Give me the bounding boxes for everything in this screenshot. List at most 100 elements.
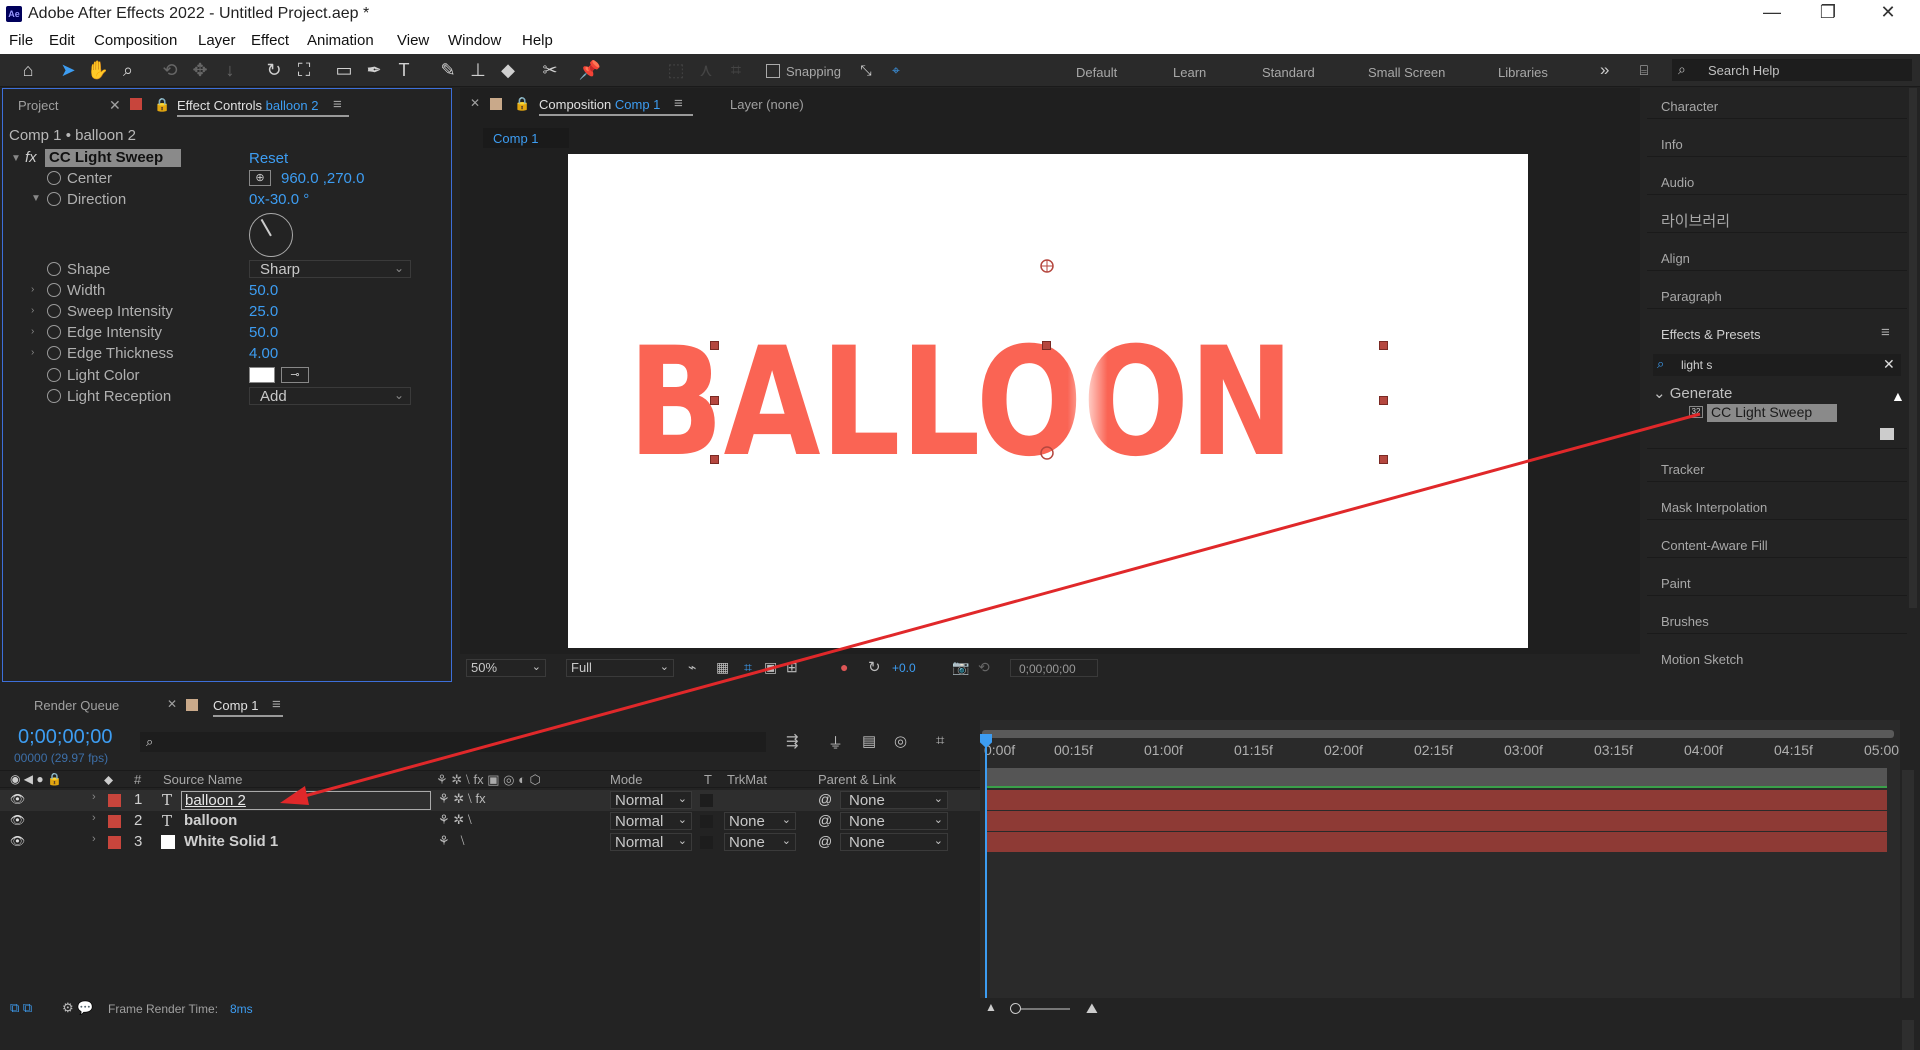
layer-row[interactable]: 👁 › 1 T balloon 2 ⚘ ✲ ⧵ fx Normal ⌄ @ Non… xyxy=(0,790,980,811)
menu-effect[interactable]: Effect xyxy=(251,32,289,49)
layer-row[interactable]: 👁 › 2 T balloon ⚘ ✲ ⧵ Normal ⌄ None ⌄ @ No… xyxy=(0,811,980,832)
local-axis-icon[interactable]: ⬚ xyxy=(664,59,688,81)
expand-arrow-icon[interactable]: › xyxy=(31,347,34,358)
col-source-name[interactable]: Source Name xyxy=(163,772,242,787)
preserve-transparency-checkbox[interactable] xyxy=(700,815,713,828)
panel-align[interactable]: Align xyxy=(1661,251,1690,266)
motion-blur-icon[interactable]: ◎ xyxy=(894,732,907,750)
eye-icon[interactable]: 👁 xyxy=(10,813,25,827)
frame-blending-icon[interactable]: ▤ xyxy=(862,732,876,750)
eye-icon[interactable]: 👁 xyxy=(10,834,25,848)
menu-file[interactable]: File xyxy=(9,32,33,49)
menu-window[interactable]: Window xyxy=(448,32,501,49)
lock-icon[interactable]: 🔒 xyxy=(154,97,170,113)
dolly-tool-icon[interactable]: ↓ xyxy=(218,59,242,81)
panel-brushes[interactable]: Brushes xyxy=(1661,614,1709,629)
layer-duration-bar[interactable] xyxy=(985,811,1887,831)
mode-dropdown[interactable]: Normal ⌄ xyxy=(610,833,692,851)
snap-edges-icon[interactable]: ⤡ xyxy=(854,59,878,81)
transparency-grid-icon[interactable]: ▦ xyxy=(716,659,729,676)
trkmat-dropdown[interactable]: None ⌄ xyxy=(724,812,796,830)
eye-icon[interactable]: 👁 xyxy=(10,792,25,806)
home-icon[interactable]: ⌂ xyxy=(16,59,40,81)
workspace-libraries[interactable]: Libraries xyxy=(1498,65,1548,80)
prop-value[interactable]: 50.0 xyxy=(249,282,278,299)
reset-link[interactable]: Reset xyxy=(249,150,288,167)
trkmat-dropdown[interactable]: None ⌄ xyxy=(724,833,796,851)
pick-whip-icon[interactable]: @ xyxy=(818,833,832,849)
panel-audio[interactable]: Audio xyxy=(1661,175,1694,190)
label-tag-icon[interactable]: ⬥ xyxy=(104,772,113,788)
close-render-tab-icon[interactable]: ✕ xyxy=(167,697,177,711)
transform-handle[interactable] xyxy=(1042,341,1051,350)
prop-value[interactable]: 4.00 xyxy=(249,345,278,362)
panel-menu-icon[interactable]: ≡ xyxy=(333,96,342,113)
graph-editor-icon[interactable]: ⌗ xyxy=(936,732,944,749)
draft-3d-icon[interactable]: ⏚ xyxy=(828,732,843,753)
expand-arrow-icon[interactable]: ▼ xyxy=(31,193,41,204)
panel-motion-sketch[interactable]: Motion Sketch xyxy=(1661,652,1743,667)
workspace-default[interactable]: Default xyxy=(1076,65,1117,80)
stopwatch-icon[interactable] xyxy=(47,325,61,339)
mask-visibility-icon[interactable]: ⌗ xyxy=(744,659,752,676)
crosshair-icon[interactable]: ⊕ xyxy=(249,170,271,186)
clone-stamp-icon[interactable]: ⊥ xyxy=(466,59,490,81)
new-folder-icon[interactable] xyxy=(1880,428,1894,440)
tab-render-queue[interactable]: Render Queue xyxy=(34,698,119,713)
layer-name[interactable]: White Solid 1 xyxy=(184,833,278,850)
mode-dropdown[interactable]: Normal ⌄ xyxy=(610,791,692,809)
prop-value[interactable]: 0x-30.0 ° xyxy=(249,191,309,208)
direction-dial[interactable] xyxy=(249,213,293,257)
panel-mask-interpolation[interactable]: Mask Interpolation xyxy=(1661,500,1767,515)
preserve-transparency-checkbox[interactable] xyxy=(700,794,713,807)
zoom-dropdown[interactable]: 50% ⌄ xyxy=(466,659,546,677)
layer-duration-bar[interactable] xyxy=(985,832,1887,852)
close-comp-tab-icon[interactable]: ✕ xyxy=(470,96,480,110)
right-panel-scrollbar[interactable] xyxy=(1909,88,1917,608)
menu-view[interactable]: View xyxy=(397,32,429,49)
stopwatch-icon[interactable] xyxy=(47,368,61,382)
prop-value[interactable]: 960.0 ,270.0 xyxy=(281,170,364,187)
close-button[interactable]: ✕ xyxy=(1868,2,1908,23)
region-of-interest-icon[interactable]: ▣ xyxy=(764,659,777,676)
pan-behind-icon[interactable]: ⛶ xyxy=(292,59,316,81)
category-generate[interactable]: ⌄ Generate xyxy=(1653,384,1732,402)
transform-handle[interactable] xyxy=(1379,396,1388,405)
layer-duration-bar[interactable] xyxy=(985,790,1887,810)
label-color-swatch[interactable] xyxy=(108,836,121,849)
channel-icon[interactable]: ● xyxy=(840,659,848,675)
transfer-controls-icon[interactable]: ⚙ 💬 xyxy=(62,1000,93,1016)
type-tool-icon[interactable]: T xyxy=(392,59,416,81)
workspace-menu-icon[interactable]: ⌸ xyxy=(1632,59,1656,81)
snap-features-icon[interactable]: ⌖ xyxy=(884,59,908,81)
zoom-tool-icon[interactable]: ⌕ xyxy=(116,59,140,81)
show-snapshot-icon[interactable]: ⟲ xyxy=(978,659,990,676)
panel-menu-icon[interactable]: ≡ xyxy=(674,95,683,112)
panel-tracker[interactable]: Tracker xyxy=(1661,462,1705,477)
search-help-field[interactable]: ⌕ Search Help xyxy=(1672,59,1912,81)
panel-character[interactable]: Character xyxy=(1661,99,1718,114)
prop-value[interactable]: 25.0 xyxy=(249,303,278,320)
expand-arrow-icon[interactable]: › xyxy=(31,305,34,316)
pick-whip-icon[interactable]: @ xyxy=(818,791,832,807)
panel-paint[interactable]: Paint xyxy=(1661,576,1691,591)
layer-search-field[interactable]: ⌕ xyxy=(140,732,766,752)
menu-help[interactable]: Help xyxy=(522,32,553,49)
preserve-transparency-checkbox[interactable] xyxy=(700,836,713,849)
tab-project[interactable]: Project xyxy=(18,98,58,113)
eyedropper-icon[interactable]: ⊸ xyxy=(281,367,309,383)
eraser-tool-icon[interactable]: ◆ xyxy=(496,59,520,81)
stopwatch-icon[interactable] xyxy=(47,171,61,185)
fast-preview-icon[interactable]: ⌁ xyxy=(688,659,696,676)
view-axis-icon[interactable]: ⌗ xyxy=(724,59,748,81)
panel-content-aware-fill[interactable]: Content-Aware Fill xyxy=(1661,538,1768,553)
stopwatch-icon[interactable] xyxy=(47,346,61,360)
transform-handle[interactable] xyxy=(710,455,719,464)
timecode-display[interactable]: 0;00;00;00 xyxy=(1010,659,1098,677)
prop-value[interactable]: 50.0 xyxy=(249,324,278,341)
expand-arrow-icon[interactable]: › xyxy=(92,833,96,845)
tab-layer[interactable]: Layer (none) xyxy=(730,97,804,112)
snapping-checkbox[interactable] xyxy=(766,64,780,78)
workspace-small-screen[interactable]: Small Screen xyxy=(1368,65,1445,80)
resolution-dropdown[interactable]: Full ⌄ xyxy=(566,659,674,677)
